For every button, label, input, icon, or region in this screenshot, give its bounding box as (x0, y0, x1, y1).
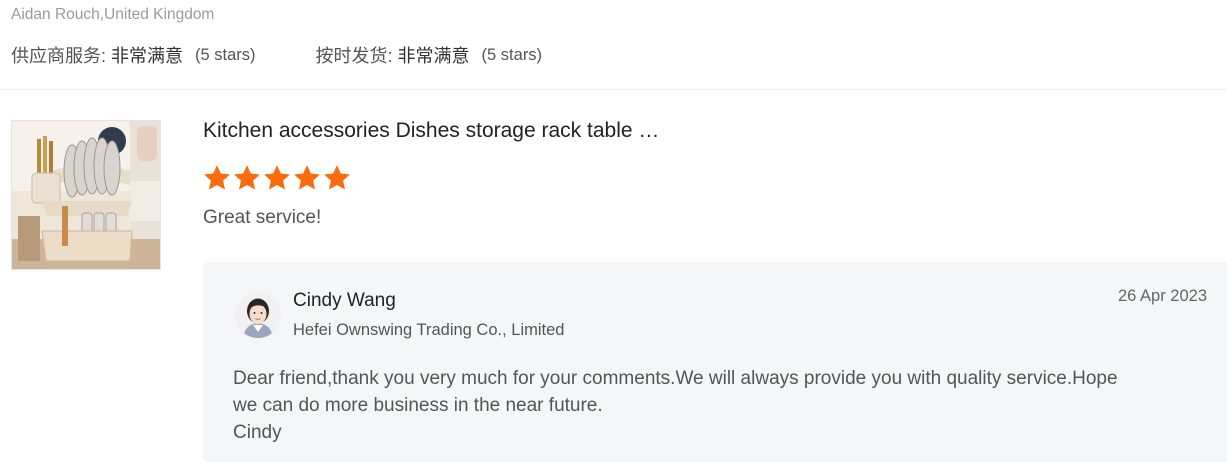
supplier-reply: Cindy Wang Hefei Ownswing Trading Co., L… (203, 262, 1227, 462)
product-thumbnail[interactable] (11, 120, 161, 270)
on-time-shipment-rating: 按时发货: 非常满意 (5 stars) (316, 42, 543, 68)
dish-rack-image (12, 121, 160, 269)
rating-label: 供应商服务: (11, 46, 107, 66)
avatar-icon (235, 292, 281, 338)
reply-message: Dear friend,thank you very much for your… (233, 365, 1208, 446)
section-divider (0, 89, 1227, 90)
star-icon (324, 165, 350, 190)
review-text: Great service! (203, 207, 322, 228)
supplier-ratings: 供应商服务: 非常满意 (5 stars) 按时发货: 非常满意 (5 star… (11, 42, 542, 68)
rating-label: 按时发货: (315, 46, 393, 66)
avatar (235, 292, 281, 338)
star-icon (264, 165, 290, 190)
rating-value: 非常满意 (397, 46, 470, 66)
rating-stars-text: (5 stars) (481, 45, 543, 64)
star-icon (204, 165, 230, 190)
supplier-service-rating: 供应商服务: 非常满意 (5 stars) (11, 42, 256, 68)
product-title-link[interactable]: Kitchen accessories Dishes storage rack … (203, 119, 659, 143)
rating-value: 非常满意 (111, 46, 184, 66)
reply-line: Dear friend,thank you very much for your… (233, 368, 1118, 389)
star-icon (234, 165, 260, 190)
reply-line: Cindy (233, 422, 282, 443)
replier-company: Hefei Ownswing Trading Co., Limited (293, 321, 565, 339)
reply-date: 26 Apr 2023 (1118, 287, 1207, 305)
replier-name: Cindy Wang (293, 290, 396, 311)
reply-line: we can do more business in the near futu… (233, 395, 603, 416)
star-icon (294, 165, 320, 190)
rating-stars-text: (5 stars) (195, 45, 256, 64)
reviewer-name-location: Aidan Rouch,United Kingdom (11, 6, 215, 23)
product-star-rating (202, 163, 352, 193)
